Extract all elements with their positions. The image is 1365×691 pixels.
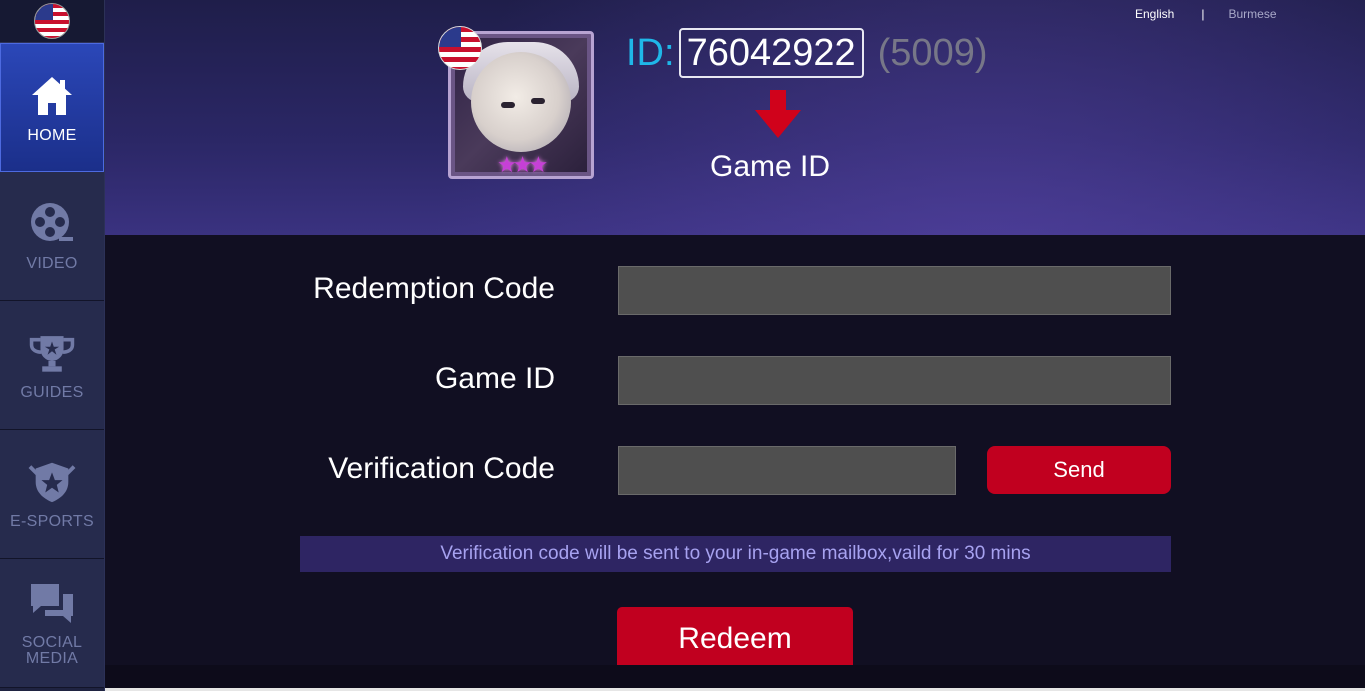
trophy-icon [28,329,76,377]
nav-guides[interactable]: GUIDES [0,301,104,430]
lang-separator: | [1201,7,1205,21]
profile-header: English | Burmese ★★★ ID: 76042922 (5009… [105,0,1365,235]
avatar-stars-icon: ★★★ [497,152,548,177]
nav-esports-label: E-SPORTS [10,513,94,530]
verification-code-label: Verification Code [328,452,555,485]
server-id: (5009) [877,31,988,74]
lang-burmese-link[interactable]: Burmese [1228,7,1276,21]
film-reel-icon [28,200,76,248]
us-flag-icon [438,26,482,70]
nav-home[interactable]: HOME [0,43,104,172]
game-id-label: Game ID [434,362,555,395]
player-id-row: ID: 76042922 (5009) [626,27,987,79]
verification-notice: Verification code will be sent to your i… [300,536,1171,572]
nav-social-media[interactable]: SOCIAL MEDIA [0,559,104,688]
game-id-input[interactable] [618,356,1171,405]
chat-bubbles-icon [28,579,76,627]
us-flag-icon[interactable] [34,3,70,39]
sidebar: HOME VIDEO GUIDES E-SPORTS SOCIAL MEDIA [0,0,105,691]
nav-guides-label: GUIDES [20,384,84,401]
id-prefix: ID: [626,31,675,74]
redeem-button[interactable]: Redeem [617,607,853,671]
redemption-code-input[interactable] [618,266,1171,315]
send-button[interactable]: Send [987,446,1171,494]
region-flag[interactable] [0,0,104,43]
game-id-caption: Game ID [710,150,831,183]
nav-video-label: VIDEO [26,255,78,272]
player-id-value: 76042922 [678,28,864,78]
arrow-down-icon [755,90,801,138]
nav-esports[interactable]: E-SPORTS [0,430,104,559]
lang-english-link[interactable]: English [1135,7,1174,21]
shield-badge-icon [28,458,76,506]
nav-social-media-label: SOCIAL MEDIA [21,634,83,667]
redemption-code-label: Redemption Code [313,272,555,305]
language-switcher: English | Burmese [1135,7,1277,21]
nav-home-label: HOME [27,126,77,144]
nav-video[interactable]: VIDEO [0,172,104,301]
verification-code-input[interactable] [618,446,956,495]
home-icon [28,72,76,120]
redeem-form: Redemption Code Game ID Verification Cod… [105,235,1365,671]
